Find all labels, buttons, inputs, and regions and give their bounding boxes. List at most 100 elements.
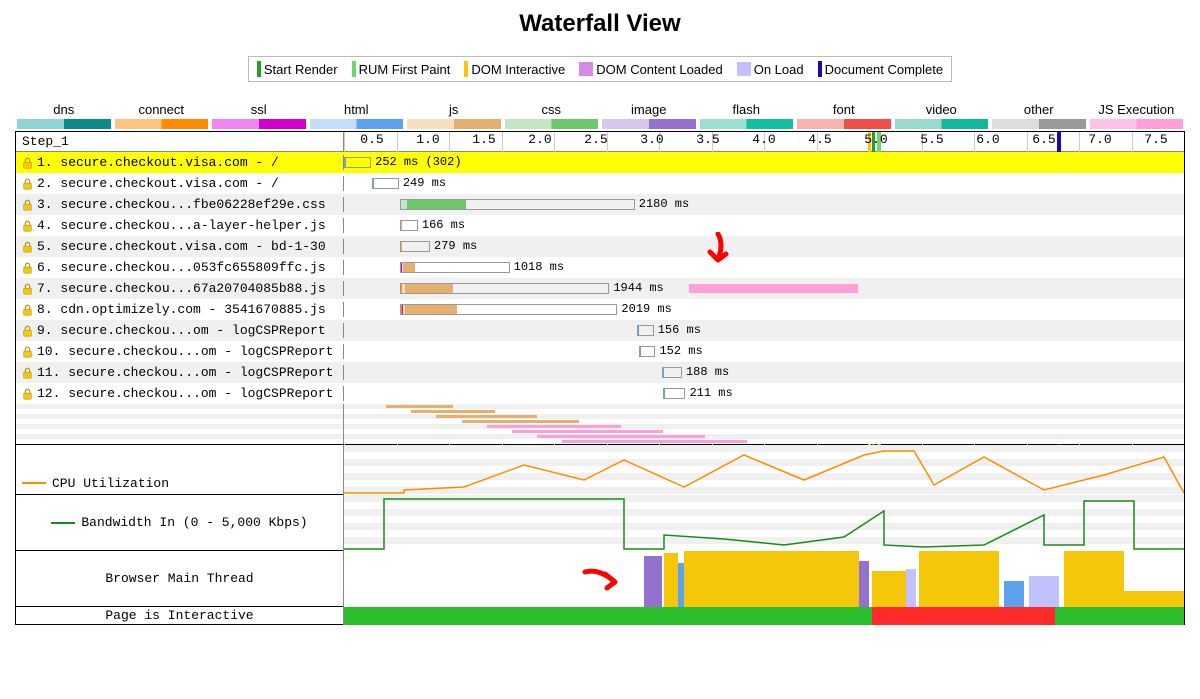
legend-dom-interactive: DOM Interactive [464,61,565,77]
request-row[interactable]: 7. secure.checkou...67a20704085b88.js194… [16,278,1184,299]
request-row[interactable]: 11. secure.checkou...om - logCSPReport18… [16,362,1184,383]
lock-icon [22,157,33,169]
cpu-label: CPU Utilization [52,476,169,491]
request-label: 9. secure.checkou...om - logCSPReport [37,323,326,338]
timing-bar[interactable] [400,283,609,294]
time-tick: 6.0 [960,132,1016,151]
request-label: 3. secure.checkou...fbe06228ef29e.css [37,197,326,212]
timing-bar[interactable] [662,367,682,378]
resource-legend-js: js [405,102,503,117]
lock-icon [22,346,33,358]
resource-swatch-image [602,119,696,129]
resource-swatch-video [895,119,989,129]
request-label: 5. secure.checkout.visa.com - bd-1-30 [37,239,326,254]
interactive-chart [344,607,1184,625]
timing-label: 152 ms [659,344,702,358]
lock-icon [22,367,33,379]
step-label: Step_1 [16,132,344,151]
request-row[interactable]: 12. secure.checkou...om - logCSPReport21… [16,383,1184,404]
interactive-segment [344,607,872,625]
cpu-utilization-row: CPU Utilization [16,444,1184,494]
time-tick: 3.0 [624,132,680,151]
waterfall-mini-rows [16,404,1184,444]
waterfall-body[interactable]: 1. secure.checkout.visa.com - /252 ms (3… [16,152,1184,404]
resource-swatch-connect [115,119,209,129]
request-row[interactable]: 4. secure.checkou...a-layer-helper.js166… [16,215,1184,236]
request-row[interactable]: 9. secure.checkou...om - logCSPReport 156… [16,320,1184,341]
main-thread-chart [344,551,1184,607]
waterfall-header: Step_1 0.51.01.52.02.53.03.54.04.55.05.5… [16,132,1184,152]
resource-legend-font: font [795,102,893,117]
lock-icon [22,262,33,274]
timing-bar[interactable] [663,388,686,399]
timing-label: 1944 ms [613,281,663,295]
resource-swatch-dns [17,119,111,129]
bandwidth-line-legend [51,522,75,524]
timing-bar[interactable] [637,325,654,336]
resource-legend-connect: connect [113,102,211,117]
lock-icon [22,241,33,253]
request-row[interactable]: 8. cdn.optimizely.com - 3541670885.js201… [16,299,1184,320]
time-tick: 1.0 [400,132,456,151]
request-row[interactable]: 1. secure.checkout.visa.com - /252 ms (3… [16,152,1184,173]
request-label: 10. secure.checkou...om - logCSPReport [37,344,333,359]
bandwidth-chart [344,495,1184,551]
cpu-chart [344,445,1184,495]
event-legend: Start Render RUM First Paint DOM Interacti… [15,56,1185,82]
legend-on-load: On Load [737,61,804,77]
time-tick: 0.5 [344,132,400,151]
request-row[interactable]: 10. secure.checkou...om - logCSPReport 15… [16,341,1184,362]
request-label: 2. secure.checkout.visa.com - / [37,176,279,191]
time-tick: 4.0 [736,132,792,151]
resource-swatch-css [505,119,599,129]
request-label: 6. secure.checkou...053fc655809ffc.js [37,260,326,275]
resource-type-legend-bars [15,119,1185,129]
time-tick: 5.5 [904,132,960,151]
resource-legend-dns: dns [15,102,113,117]
request-row[interactable]: 6. secure.checkou...053fc655809ffc.js101… [16,257,1184,278]
lock-icon [22,388,33,400]
time-tick: 5.0 [848,132,904,151]
time-tick: 2.5 [568,132,624,151]
request-row[interactable]: 2. secure.checkout.visa.com - / 249 ms [16,173,1184,194]
request-row[interactable]: 5. secure.checkout.visa.com - bd-1-30279… [16,236,1184,257]
resource-swatch-html [310,119,404,129]
timing-bar[interactable] [372,178,399,189]
interactive-segment [872,607,1055,625]
timing-label: 188 ms [686,365,729,379]
legend-start-render: Start Render [257,61,338,77]
waterfall-chart: Step_1 0.51.01.52.02.53.03.54.04.55.05.5… [15,131,1185,625]
resource-legend-js-exec: JS Execution [1088,102,1186,117]
resource-legend-other: other [990,102,1088,117]
resource-swatch-font [797,119,891,129]
legend-rum-first-paint: RUM First Paint [352,61,451,77]
time-tick: 7.5 [1128,132,1184,151]
timing-label: 156 ms [658,323,701,337]
timing-bar[interactable] [400,241,430,252]
request-label: 12. secure.checkou...om - logCSPReport [37,386,333,401]
timing-bar[interactable] [400,262,510,273]
timing-bar[interactable] [400,304,617,315]
resource-swatch-other [992,119,1086,129]
request-label: 8. cdn.optimizely.com - 3541670885.js [37,302,326,317]
lock-icon [22,199,33,211]
resource-legend-html: html [308,102,406,117]
resource-legend-flash: flash [698,102,796,117]
timing-label: 249 ms [403,176,446,190]
cpu-line-legend [22,482,46,484]
timing-bar[interactable] [639,346,655,357]
timing-bar[interactable] [400,199,635,210]
time-tick: 1.5 [456,132,512,151]
timing-bar[interactable] [400,220,418,231]
resource-swatch-ssl [212,119,306,129]
request-row[interactable]: 3. secure.checkou...fbe06228ef29e.css218… [16,194,1184,215]
lock-icon [22,283,33,295]
bandwidth-row: Bandwidth In (0 - 5,000 Kbps) [16,494,1184,550]
request-label: 4. secure.checkou...a-layer-helper.js [37,218,326,233]
main-thread-label: Browser Main Thread [105,571,253,586]
interactive-row: Page is Interactive [16,606,1184,624]
time-tick: 4.5 [792,132,848,151]
time-axis: 0.51.01.52.02.53.03.54.04.55.05.56.06.57… [344,132,1184,151]
timing-bar[interactable] [344,157,371,168]
lock-icon [22,178,33,190]
